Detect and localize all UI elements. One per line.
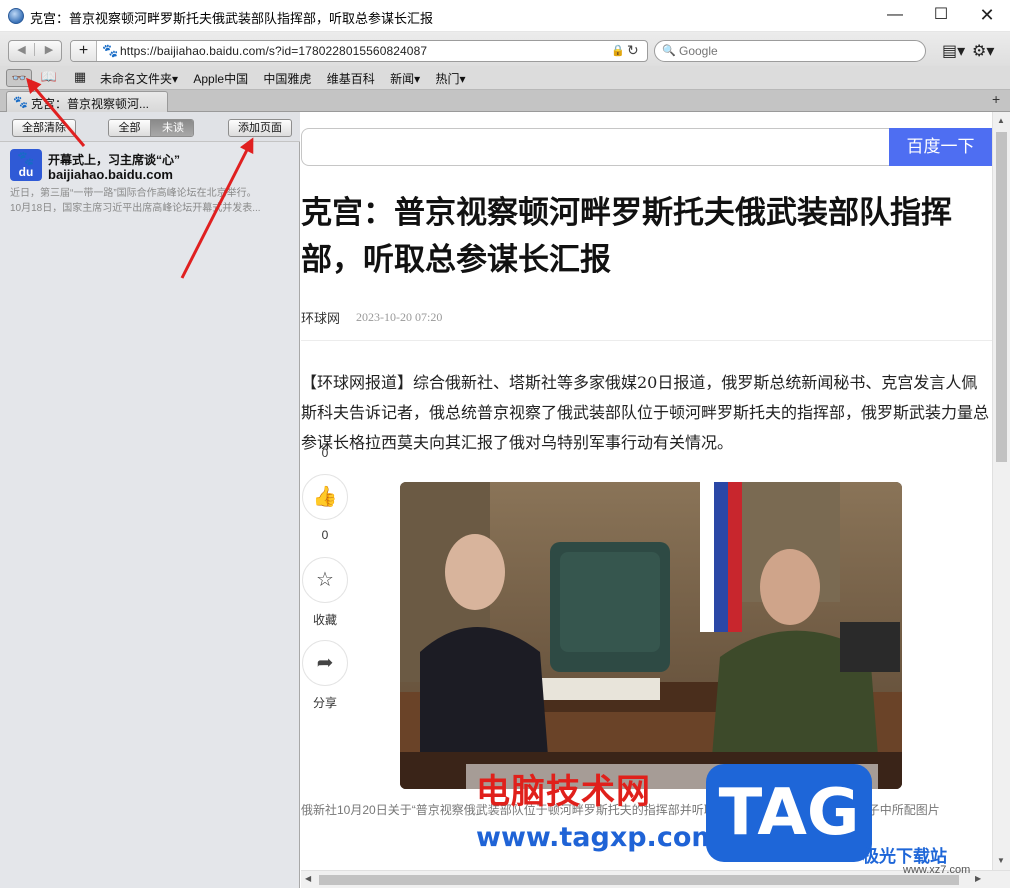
article-body: 【环球网报道】综合俄新社、塔斯社等多家俄媒20日报道，俄罗斯总统新闻秘书、克宫发… [301, 373, 990, 452]
reading-list-item-domain: baijiahao.baidu.com [48, 167, 173, 182]
reading-list-item[interactable]: 🐾 du 开幕式上，习主席谈“心” baijiahao.baidu.com 近日… [0, 144, 300, 218]
like-action[interactable]: 👍 0 [301, 474, 349, 542]
settings-gear-icon[interactable]: ⚙▾ [972, 41, 994, 61]
bookmark-folder-untitled[interactable]: 未命名文件夹▾ [100, 72, 178, 86]
lock-icon: 🔒 [611, 45, 625, 57]
bookmarks-bar: 👓 📖 ▦ 未命名文件夹▾ Apple中国 中国雅虎 维基百科 新闻▾ 热门▾ [0, 66, 1010, 90]
page-menu-button[interactable]: ▤▾ [942, 41, 965, 61]
tab-bar: 🐾 克宫：普京视察顿河... + [0, 90, 1010, 112]
article-source[interactable]: 环球网 [301, 308, 340, 327]
tab-label: 克宫：普京视察顿河... [31, 97, 150, 111]
baidu-logo-icon: 🐾 du [10, 149, 42, 181]
article-time: 2023-10-20 07:20 [356, 310, 443, 324]
reading-list-sidebar: 全部清除 全部 未读 添加页面 🐾 du 开幕式上，习主席谈“心” baijia… [0, 112, 300, 888]
share-action[interactable]: ➦ 分享 [301, 640, 349, 711]
share-label: 分享 [312, 696, 337, 710]
nav-buttons: ◀ ▶ [8, 40, 62, 62]
reading-list-item-desc-line2: 10月18日，国家主席习近平出席高峰论坛开幕式并发表... [10, 203, 261, 214]
filter-all-button[interactable]: 全部 [109, 120, 151, 136]
star-icon: ☆ [302, 557, 348, 603]
window-title: 克宫：普京视察顿河畔罗斯托夫俄武装部队指挥部，听取总参谋长汇报 [30, 11, 434, 26]
favorite-label: 收藏 [312, 613, 337, 627]
reading-list-toolbar: 全部清除 全部 未读 添加页面 [0, 112, 300, 142]
horizontal-scrollbar-thumb[interactable] [319, 875, 959, 885]
baidu-search-input[interactable] [301, 128, 889, 166]
watermark-tag-logo: TAG [706, 764, 872, 862]
comment-action[interactable]: 💬 0 [301, 392, 349, 460]
baidu-search-bar: 百度一下 [301, 128, 992, 166]
clear-all-button[interactable]: 全部清除 [12, 119, 76, 137]
thumbs-up-icon: 👍 [302, 474, 348, 520]
scroll-down-arrow-icon[interactable]: ▼ [997, 856, 1005, 865]
filter-unread-button[interactable]: 未读 [151, 120, 193, 136]
bookmark-yahoo-china[interactable]: 中国雅虎 [263, 72, 311, 86]
search-box[interactable]: 🔍 [654, 40, 926, 62]
baidu-tab-icon: 🐾 [13, 95, 28, 109]
comment-count: 0 [321, 446, 329, 460]
article-photo-illustration [400, 482, 902, 789]
watermark-xz-url: www.xz7.com [903, 864, 971, 876]
divider [301, 340, 992, 341]
url-text[interactable]: https://baijiahao.baidu.com/s?id=1780228… [120, 44, 427, 58]
reading-list-item-desc-line1: 近日，第三届“一带一路”国际合作高峰论坛在北京举行。 [10, 188, 257, 199]
new-tab-button[interactable]: + [992, 91, 1000, 107]
filter-segmented-control: 全部 未读 [108, 119, 194, 137]
favorite-action[interactable]: ☆ 收藏 [301, 557, 349, 628]
search-icon: 🔍 [662, 45, 676, 57]
bookmark-news[interactable]: 新闻▾ [390, 72, 420, 86]
minimize-button[interactable]: — [872, 0, 918, 32]
reading-list-item-desc: 近日，第三届“一带一路”国际合作高峰论坛在北京举行。 10月18日，国家主席习近… [10, 186, 290, 216]
bookmark-items: 未命名文件夹▾ Apple中国 中国雅虎 维基百科 新闻▾ 热门▾ [100, 70, 478, 87]
browser-icon [8, 8, 24, 24]
close-button[interactable]: ✕ [964, 0, 1010, 32]
web-content: 百度一下 克宫：普京视察顿河畔罗斯托夫俄武装部队指挥部，听取总参谋长汇报 环球网… [301, 112, 992, 870]
baidu-favicon-icon: 🐾 [102, 43, 119, 58]
tab-active[interactable]: 🐾 克宫：普京视察顿河... [6, 91, 168, 112]
maximize-button[interactable]: ☐ [918, 0, 964, 32]
add-bookmark-button[interactable]: + [71, 41, 97, 61]
article-title: 克宫：普京视察顿河畔罗斯托夫俄武装部队指挥部，听取总参谋长汇报 [301, 195, 952, 278]
bookmark-wikipedia[interactable]: 维基百科 [327, 72, 375, 86]
share-icon: ➦ [302, 640, 348, 686]
bookmark-popular[interactable]: 热门▾ [436, 72, 466, 86]
scroll-left-arrow-icon[interactable]: ◀ [305, 874, 311, 883]
watermark-site-url: www.tagxp.com [476, 822, 720, 853]
forward-button[interactable]: ▶ [36, 43, 62, 56]
add-page-button[interactable]: 添加页面 [228, 119, 292, 137]
bookmark-apple-china[interactable]: Apple中国 [193, 72, 248, 86]
like-count: 0 [321, 528, 329, 542]
article-photo [400, 482, 902, 789]
reading-list-item-title: 开幕式上，习主席谈“心” [48, 153, 181, 167]
scroll-right-arrow-icon[interactable]: ▶ [975, 874, 981, 883]
reading-list-glasses-icon[interactable]: 👓 [6, 69, 32, 87]
baidu-search-button[interactable]: 百度一下 [889, 128, 992, 166]
search-input[interactable] [679, 43, 919, 59]
reload-icon[interactable]: ↻ [627, 42, 639, 59]
address-bar[interactable]: + 🐾 https://baijiahao.baidu.com/s?id=178… [70, 40, 648, 62]
bookmarks-book-icon[interactable]: 📖 [38, 69, 60, 87]
scroll-up-arrow-icon[interactable]: ▲ [997, 116, 1005, 125]
back-button[interactable]: ◀ [9, 43, 35, 56]
title-bar: 克宫：普京视察顿河畔罗斯托夫俄武装部队指挥部，听取总参谋长汇报 — ☐ ✕ [0, 0, 1010, 32]
watermark-site-name: 电脑技术网 [476, 772, 651, 812]
vertical-scrollbar[interactable]: ▲ ▼ [992, 112, 1010, 870]
scrollbar-thumb[interactable] [996, 132, 1007, 462]
top-sites-grid-icon[interactable]: ▦ [70, 69, 90, 87]
